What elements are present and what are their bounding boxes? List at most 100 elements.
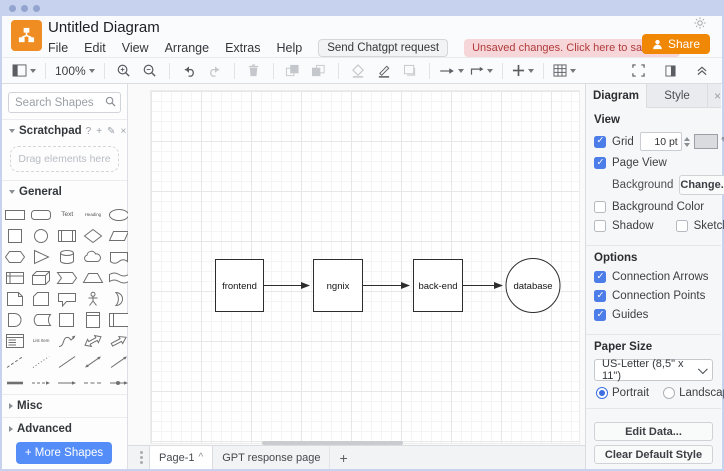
document-title[interactable]: Untitled Diagram: [48, 19, 160, 36]
portrait-radio[interactable]: [596, 387, 608, 399]
background-color-checkbox[interactable]: [594, 201, 606, 213]
shape-circle[interactable]: [26, 227, 56, 244]
shape-parallelogram[interactable]: [108, 227, 130, 244]
shape-internal-storage[interactable]: [4, 269, 26, 286]
shape-callout[interactable]: [56, 290, 78, 307]
page-menu-caret-icon[interactable]: ^: [198, 452, 203, 463]
redo-icon[interactable]: [203, 60, 227, 82]
shape-curve[interactable]: [56, 332, 78, 349]
scratchpad-close-icon[interactable]: ×: [120, 126, 126, 137]
shape-diamond[interactable]: [78, 227, 108, 244]
diagram-node-ngnix[interactable]: ngnix: [314, 260, 363, 312]
shape-rectangle[interactable]: [4, 206, 26, 223]
shape-cube[interactable]: [26, 269, 56, 286]
scratchpad-add-icon[interactable]: +: [96, 126, 102, 137]
landscape-radio[interactable]: [663, 387, 675, 399]
shape-actor[interactable]: [78, 290, 108, 307]
connection-arrows-checkbox[interactable]: [594, 271, 606, 283]
grid-color-swatch[interactable]: [694, 134, 718, 149]
connection-points-checkbox[interactable]: [594, 290, 606, 302]
shape-line[interactable]: [56, 353, 78, 370]
paper-size-select[interactable]: US-Letter (8,5" x 11"): [594, 359, 713, 381]
sketch-checkbox[interactable]: [676, 220, 688, 232]
menu-help[interactable]: Help: [277, 41, 303, 55]
shape-square[interactable]: [4, 227, 26, 244]
shape-cylinder[interactable]: [56, 248, 78, 265]
drawing-canvas[interactable]: frontend ngnix back-end database: [128, 84, 585, 445]
shape-text[interactable]: Text: [56, 206, 78, 223]
page-view-checkbox[interactable]: [594, 157, 606, 169]
shape-arrow[interactable]: [108, 332, 130, 349]
scratchpad-dropzone[interactable]: Drag elements here: [10, 146, 119, 172]
shape-tape[interactable]: [108, 269, 130, 286]
shape-labeled-link[interactable]: [108, 374, 130, 391]
diagram-node-backend[interactable]: back-end: [414, 260, 463, 312]
to-front-icon[interactable]: [281, 60, 305, 82]
menu-edit[interactable]: Edit: [84, 41, 106, 55]
close-panel-icon[interactable]: ×: [708, 84, 724, 107]
shape-container[interactable]: [56, 311, 78, 328]
shape-note[interactable]: [4, 290, 26, 307]
fill-color-icon[interactable]: [346, 60, 370, 82]
collapse-toolbar-icon[interactable]: [690, 60, 714, 82]
shape-dashed-line[interactable]: [4, 353, 26, 370]
shape-dashed-arrow[interactable]: [26, 374, 56, 391]
window-dot-icon[interactable]: [33, 5, 40, 12]
grid-size-input[interactable]: [640, 132, 682, 151]
shape-bidirectional-arrow[interactable]: [78, 332, 108, 349]
shape-or[interactable]: [108, 290, 130, 307]
shape-and[interactable]: [4, 311, 26, 328]
shape-card[interactable]: [26, 290, 56, 307]
shape-arrow-connection[interactable]: [56, 374, 78, 391]
line-color-icon[interactable]: [372, 60, 396, 82]
guides-checkbox[interactable]: [594, 309, 606, 321]
shape-step[interactable]: [56, 269, 78, 286]
shape-dashed-connection[interactable]: [78, 374, 108, 391]
zoom-level-dropdown[interactable]: 100%: [53, 60, 97, 82]
shape-list[interactable]: [4, 332, 26, 349]
share-button[interactable]: Share: [642, 34, 710, 54]
send-chatgpt-request-button[interactable]: Send Chatgpt request: [318, 39, 448, 57]
scratchpad-edit-icon[interactable]: ✎: [107, 126, 115, 137]
shape-textbox[interactable]: Heading: [78, 206, 108, 223]
diagram-node-frontend[interactable]: frontend: [216, 260, 264, 312]
shape-ellipse[interactable]: [108, 206, 130, 223]
shadow-icon[interactable]: [398, 60, 422, 82]
shape-hexagon[interactable]: [4, 248, 26, 265]
grid-checkbox[interactable]: [594, 136, 606, 148]
shape-horizontal-container[interactable]: [108, 311, 130, 328]
section-advanced[interactable]: Advanced: [2, 417, 127, 440]
tab-diagram[interactable]: Diagram: [586, 84, 647, 108]
shape-data-storage[interactable]: [26, 311, 56, 328]
section-general[interactable]: General: [2, 180, 127, 203]
undo-icon[interactable]: [177, 60, 201, 82]
shape-triangle[interactable]: [26, 248, 56, 265]
diagram-node-database[interactable]: database: [506, 259, 560, 313]
shape-bidirectional-connection[interactable]: [78, 353, 108, 370]
add-page-button[interactable]: +: [330, 450, 356, 466]
zoom-out-icon[interactable]: [138, 60, 162, 82]
connection-style-dropdown[interactable]: [437, 60, 466, 82]
shape-document[interactable]: [108, 248, 130, 265]
shape-trapezoid[interactable]: [78, 269, 108, 286]
window-dot-icon[interactable]: [9, 5, 16, 12]
menu-arrange[interactable]: Arrange: [165, 41, 209, 55]
tab-style[interactable]: Style: [647, 84, 708, 107]
menu-extras[interactable]: Extras: [225, 41, 260, 55]
shadow-checkbox[interactable]: [594, 220, 606, 232]
section-misc[interactable]: Misc: [2, 394, 127, 417]
shape-process[interactable]: [56, 227, 78, 244]
window-dot-icon[interactable]: [21, 5, 28, 12]
scratchpad-help-icon[interactable]: ?: [86, 126, 92, 137]
shape-cloud[interactable]: [78, 248, 108, 265]
page-tab-2[interactable]: GPT response page: [213, 446, 330, 469]
panel-layout-icon[interactable]: [658, 60, 682, 82]
zoom-in-icon[interactable]: [112, 60, 136, 82]
theme-toggle-icon[interactable]: [694, 17, 706, 32]
menu-view[interactable]: View: [122, 41, 149, 55]
scratchpad-header[interactable]: Scratchpad ? + ✎ ×: [2, 119, 127, 142]
waypoints-dropdown[interactable]: [468, 60, 495, 82]
shape-dotted-line[interactable]: [26, 353, 56, 370]
insert-dropdown[interactable]: [510, 60, 536, 82]
edit-data-button[interactable]: Edit Data...: [594, 422, 713, 441]
